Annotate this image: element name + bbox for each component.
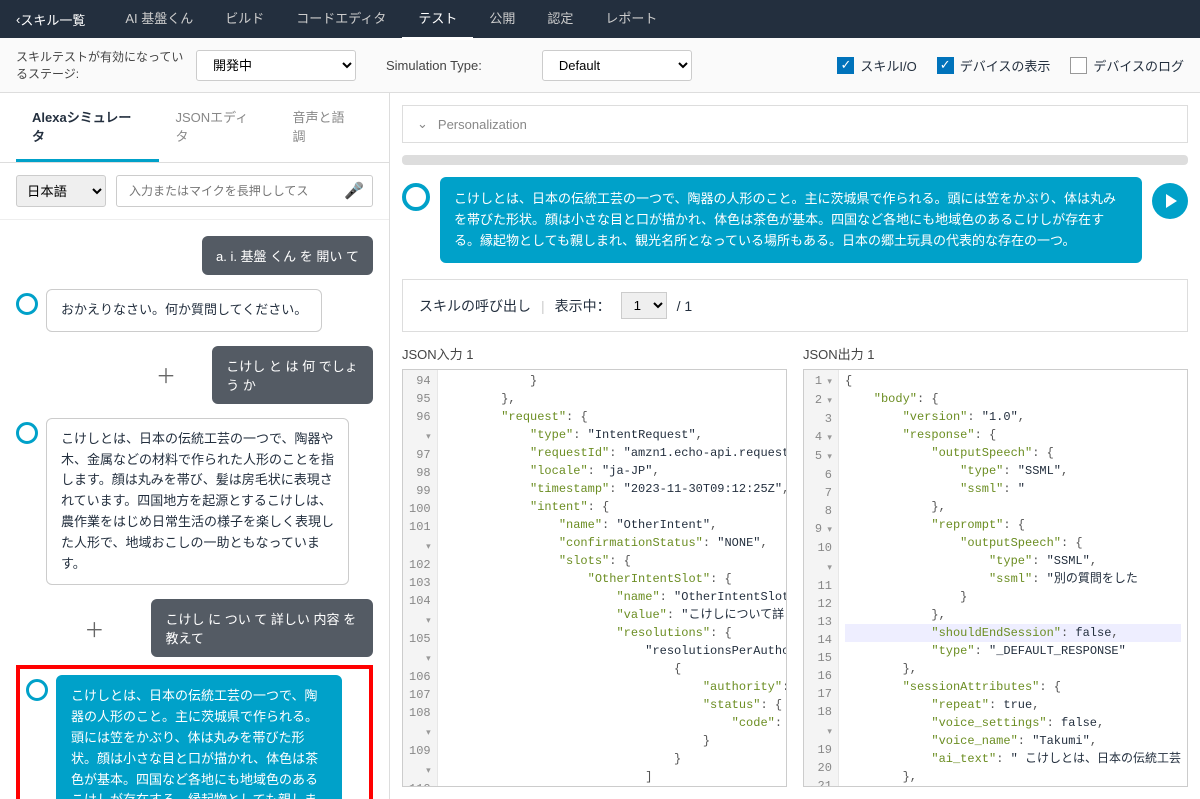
alexa-ring-icon [16,422,38,444]
toggle-label: デバイスのログ [1093,56,1184,75]
bubble: こけし に つい て 詳しい 内容 を 教えて [151,599,373,657]
play-button[interactable] [1152,183,1188,219]
nav-tab-2[interactable]: コードエディタ [280,0,402,40]
chevron-down-icon: ⌄ [417,116,428,132]
json-input-code[interactable]: 9495969798991001011021031041051061071081… [402,369,787,787]
stage-select[interactable]: 開発中 [196,50,356,81]
back-link[interactable]: ‹ スキル一覧 [16,10,85,29]
personalization-panel[interactable]: ⌄ Personalization [402,105,1188,143]
checkbox-icon: ✓ [937,57,954,74]
alexa-message: こけしとは、日本の伝統工芸の一つで、陶器や木、金属などの材料で作られた人形のこと… [16,418,373,586]
nav-tab-1[interactable]: ビルド [209,0,280,40]
nav-tab-4[interactable]: 公開 [473,0,531,40]
alexa-ring-icon [26,679,48,701]
invoke-title: スキルの呼び出し [419,296,531,316]
nav-tabs: AI 基盤くんビルドコードエディタテスト公開認定レポート [109,0,673,40]
alexa-message: おかえりなさい。何か質問してください。 [16,289,373,332]
json-input-title: JSON入力 1 [402,344,787,363]
nav-tab-0[interactable]: AI 基盤くん [109,0,209,40]
bubble: おかえりなさい。何か質問してください。 [46,289,322,332]
bubble: a. i. 基盤 くん を 開い て [202,236,373,275]
highlighted-response: こけしとは、日本の伝統工芸の一つで、陶器の人形のこと。主に茨城県で作られる。頭に… [16,665,373,799]
add-row: ＋ こけし と は 何 でしょう か [16,346,373,404]
input-row: 日本語 🎤 [0,163,389,220]
response-row: こけしとは、日本の伝統工芸の一つで、陶器の人形のこと。主に茨城県で作られる。頭に… [402,177,1188,263]
json-output-code[interactable]: 1234567891011121314151617181920212223242… [803,369,1188,787]
toggle-label: デバイスの表示 [960,56,1051,75]
invoke-bar: スキルの呼び出し | 表示中： 1 / 1 [402,279,1188,332]
toggle-2[interactable]: デバイスのログ [1070,56,1184,75]
toggle-1[interactable]: ✓ デバイスの表示 [937,56,1051,75]
checkbox-icon [1070,57,1087,74]
nav-tab-3[interactable]: テスト [402,0,473,40]
simulator-tabs: AlexaシミュレータJSONエディタ音声と語調 [0,93,389,163]
checkbox-icon: ✓ [837,57,854,74]
utterance-box: 🎤 [116,175,373,207]
toggle-label: スキルI/O [860,56,916,75]
chat-area: a. i. 基盤 くん を 開い て おかえりなさい。何か質問してください。 ＋… [0,220,389,799]
main-area: AlexaシミュレータJSONエディタ音声と語調 日本語 🎤 a. i. 基盤 … [0,93,1200,799]
sim-tab-2[interactable]: 音声と語調 [277,93,373,162]
alexa-ring-icon [16,293,38,315]
sim-tab-0[interactable]: Alexaシミュレータ [16,93,159,162]
right-panel: ⌄ Personalization こけしとは、日本の伝統工芸の一つで、陶器の人… [390,93,1200,799]
plus-icon[interactable]: ＋ [156,360,176,389]
json-output-title: JSON出力 1 [803,344,1188,363]
personalization-label: Personalization [438,117,527,132]
back-label: スキル一覧 [20,10,85,29]
add-row: ＋ こけし に つい て 詳しい 内容 を 教えて [16,599,373,657]
mic-icon[interactable]: 🎤 [344,181,364,201]
json-output-panel: JSON出力 1 1234567891011121314151617181920… [803,344,1188,787]
nav-tab-5[interactable]: 認定 [531,0,589,40]
json-input-panel: JSON入力 1 9495969798991001011021031041051… [402,344,787,787]
sim-tab-1[interactable]: JSONエディタ [159,93,276,162]
sub-bar: スキルテストが有効になっているステージ: 開発中 Simulation Type… [0,38,1200,93]
scrollbar[interactable] [402,155,1188,165]
bubble: こけしとは、日本の伝統工芸の一つで、陶器や木、金属などの材料で作られた人形のこと… [46,418,349,586]
lang-select[interactable]: 日本語 [16,175,106,207]
page-select[interactable]: 1 [621,292,667,319]
utterance-input[interactable] [125,176,344,206]
nav-tab-6[interactable]: レポート [589,0,673,40]
toggle-0[interactable]: ✓ スキルI/O [837,56,916,75]
bubble: こけしとは、日本の伝統工芸の一つで、陶器の人形のこと。主に茨城県で作られる。頭に… [56,675,342,799]
sim-type-label: Simulation Type: [386,58,482,73]
stage-label: スキルテストが有効になっているステージ: [16,48,186,82]
alexa-ring-icon [402,183,430,211]
top-nav: ‹ スキル一覧 AI 基盤くんビルドコードエディタテスト公開認定レポート [0,0,1200,38]
response-bubble: こけしとは、日本の伝統工芸の一つで、陶器の人形のこと。主に茨城県で作られる。頭に… [440,177,1142,263]
json-panels: JSON入力 1 9495969798991001011021031041051… [390,332,1200,799]
left-panel: AlexaシミュレータJSONエディタ音声と語調 日本語 🎤 a. i. 基盤 … [0,93,390,799]
showing-label: 表示中： [555,296,611,316]
sim-type-select[interactable]: Default [542,50,692,81]
alexa-message: こけしとは、日本の伝統工芸の一つで、陶器の人形のこと。主に茨城県で作られる。頭に… [26,675,363,799]
user-message: a. i. 基盤 くん を 開い て [16,236,373,275]
plus-icon[interactable]: ＋ [84,614,104,643]
toggle-group: ✓ スキルI/O ✓ デバイスの表示 デバイスのログ [837,56,1184,75]
bubble: こけし と は 何 でしょう か [212,346,373,404]
page-total: / 1 [677,298,693,314]
